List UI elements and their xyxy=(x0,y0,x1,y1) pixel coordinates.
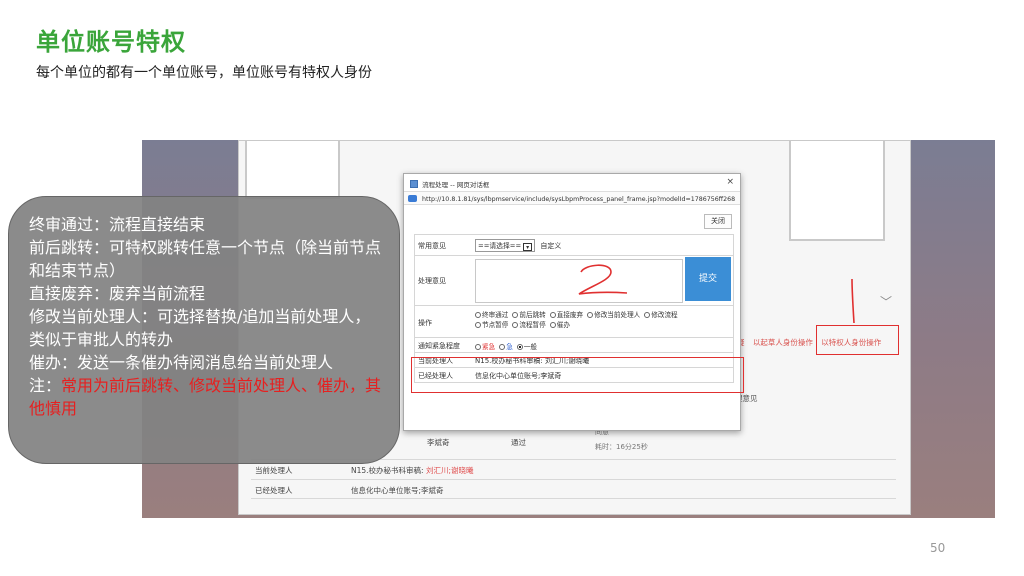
window-icon xyxy=(410,180,418,188)
operation-option[interactable]: 修改流程 xyxy=(644,310,678,320)
elapsed-time: 耗时：16分25秒 xyxy=(595,443,648,451)
browser-icon xyxy=(408,195,417,202)
operation-option[interactable]: 流程暂停 xyxy=(512,320,546,330)
callout-note-text: 常用为前后跳转、修改当前处理人、催办，其他慎用 xyxy=(29,376,382,418)
table-row: 已经处理人 信息化中心单位账号;李斌奇 xyxy=(251,479,896,499)
operation-row: 操作 终审通过 前后跳转 直接废弃 修改当前处理人 修改流程 节点暂停 流程暂停 催办 xyxy=(414,306,734,338)
operation-option[interactable]: 修改当前处理人 xyxy=(587,310,640,320)
row-label: 当前处理人 xyxy=(255,466,293,475)
slide-title: 单位账号特权 xyxy=(36,28,186,56)
callout-line: 直接废弃：废弃当前流程 xyxy=(29,284,206,303)
radio-icon xyxy=(549,322,556,328)
handle-opinion-label: 处理意见 xyxy=(418,277,446,285)
handwritten-one-annotation xyxy=(851,278,855,324)
callout-line: 催办：发送一条催办待阅消息给当前处理人 xyxy=(29,353,334,372)
common-opinion-row: 常用意见 ==请选择== ▾ 自定义 xyxy=(414,234,734,256)
row-value: N15.校办秘书科审稿: 刘汇川;谢晓曦 xyxy=(351,466,474,475)
handler-status: 通过 xyxy=(511,438,526,447)
callout-line: 前后跳转：可特权跳转任意一个节点（除当前节点和结束节点） xyxy=(29,238,382,280)
urgency-option[interactable]: 急 xyxy=(499,341,513,351)
radio-icon xyxy=(587,312,594,318)
row-value: 信息化中心单位账号;李斌奇 xyxy=(351,486,444,495)
operation-label: 操作 xyxy=(418,319,432,327)
radio-icon xyxy=(475,322,481,328)
urgency-label: 通知紧急程度 xyxy=(418,342,460,350)
radio-icon xyxy=(512,312,519,318)
operation-option[interactable]: 终审通过 xyxy=(475,310,508,320)
page-number: 50 xyxy=(930,541,946,555)
slide-subtitle: 每个单位的都有一个单位账号，单位账号有特权人身份 xyxy=(36,65,372,81)
background-panel xyxy=(245,141,340,199)
radio-selected-icon xyxy=(516,344,523,350)
close-icon[interactable]: × xyxy=(726,177,734,187)
address-bar: http://10.8.1.81/sys/lbpmservice/include… xyxy=(404,191,740,205)
custom-opinion-link[interactable]: 自定义 xyxy=(540,242,561,250)
operation-options: 终审通过 前后跳转 直接废弃 修改当前处理人 修改流程 节点暂停 流程暂停 催办 xyxy=(475,310,731,330)
urgency-option[interactable]: 一般 xyxy=(516,341,537,351)
annotation-box-2 xyxy=(411,357,744,393)
operation-option[interactable]: 前后跳转 xyxy=(512,310,546,320)
process-dialog: 流程处理 -- 网页对话框 × http://10.8.1.81/sys/lbp… xyxy=(403,173,744,431)
radio-icon xyxy=(549,312,556,318)
row-label: 已经处理人 xyxy=(255,486,293,495)
handwritten-two-annotation xyxy=(578,264,628,295)
chevron-down-icon: ▾ xyxy=(523,243,533,251)
dialog-titlebar: 流程处理 -- 网页对话框 × xyxy=(404,174,740,191)
common-opinion-label: 常用意见 xyxy=(418,242,446,250)
operation-option[interactable]: 节点暂停 xyxy=(475,320,508,330)
annotation-box-1 xyxy=(816,325,899,355)
radio-icon xyxy=(512,322,519,328)
urgency-option[interactable]: 紧急 xyxy=(475,341,495,351)
explanation-callout: 终审通过：流程直接结束 前后跳转：可特权跳转任意一个节点（除当前节点和结束节点）… xyxy=(8,196,400,464)
urgency-row: 通知紧急程度 紧急急一般 xyxy=(414,338,734,353)
operation-option[interactable]: 催办 xyxy=(549,320,570,330)
background-panel xyxy=(789,141,885,241)
common-opinion-select[interactable]: ==请选择== ▾ xyxy=(475,239,536,252)
radio-icon xyxy=(499,344,506,350)
process-form: 常用意见 ==请选择== ▾ 自定义 处理意见 提交 操作 终审通过 前后跳转 直接废… xyxy=(411,234,744,393)
chevron-down-icon[interactable]: ﹀ xyxy=(880,293,892,310)
dialog-url: http://10.8.1.81/sys/lbpmservice/include… xyxy=(422,196,736,203)
urgency-options: 紧急急一般 xyxy=(475,341,541,351)
callout-note: 注：常用为前后跳转、修改当前处理人、催办，其他慎用 xyxy=(29,376,382,418)
handler-name: 李斌奇 xyxy=(427,438,450,447)
callout-line: 修改当前处理人：可选择替换/追加当前处理人，类似于审批人的转办 xyxy=(29,307,371,349)
submit-button[interactable]: 提交 xyxy=(685,257,731,301)
common-opinion-field: ==请选择== ▾ 自定义 xyxy=(475,239,561,252)
operation-option[interactable]: 直接废弃 xyxy=(549,310,583,320)
radio-icon xyxy=(475,312,481,318)
radio-icon xyxy=(475,344,481,350)
dialog-title: 流程处理 -- 网页对话框 xyxy=(422,181,490,189)
radio-icon xyxy=(644,312,651,318)
close-button[interactable]: 关闭 xyxy=(704,214,732,229)
callout-line: 终审通过：流程直接结束 xyxy=(29,215,206,234)
slide: 单位账号特权 每个单位的都有一个单位账号，单位账号有特权人身份 ﹀ 疑 以起草人… xyxy=(0,0,1024,576)
link-drafter-operation[interactable]: 以起草人身份操作 xyxy=(753,338,813,347)
